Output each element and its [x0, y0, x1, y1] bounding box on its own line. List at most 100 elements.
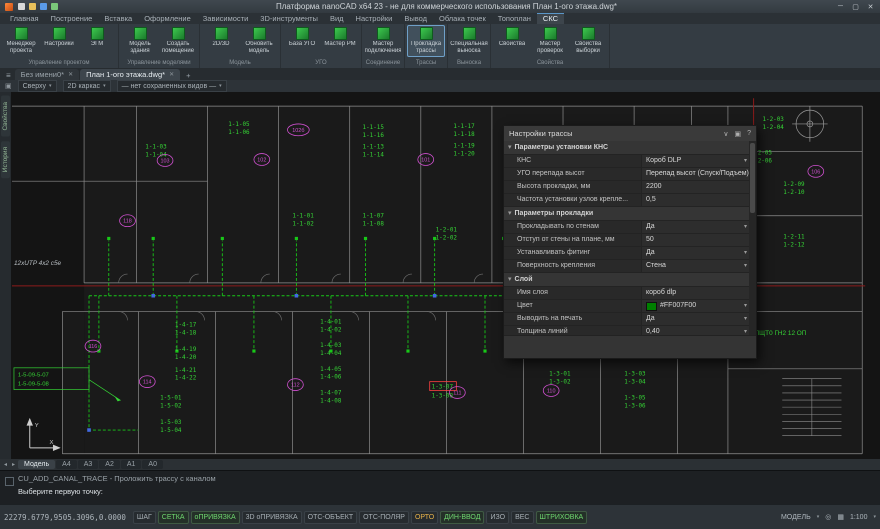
layout-tab[interactable]: А4 [56, 460, 77, 469]
layout-tab[interactable]: А3 [77, 460, 99, 469]
undo-icon[interactable] [51, 3, 58, 10]
property-value[interactable]: Перепад высот (Спуск/Подъем)▾ [642, 168, 749, 180]
document-tab[interactable]: Без имени0* ✕ [14, 69, 80, 80]
ribbon-button[interactable]: Обновить модель [240, 25, 278, 57]
property-value[interactable]: Да ▾ [642, 247, 749, 259]
status-toggle[interactable]: ДИН-ВВОД [440, 510, 485, 524]
ribbon-button[interactable]: ЭГМ [78, 25, 116, 57]
property-value[interactable]: Стена ▾ [642, 260, 749, 272]
property-value[interactable]: Да ▾ [642, 313, 749, 325]
status-toggle[interactable]: оПРИВЯЗКА [190, 510, 240, 524]
ribbon-tab[interactable]: Топоплан [492, 13, 537, 24]
help-icon[interactable]: ? [747, 130, 751, 138]
ribbon-button[interactable]: Прокладка трассы [407, 25, 445, 57]
scrollbar-thumb[interactable] [750, 143, 755, 213]
ribbon-tab[interactable]: Вставка [98, 13, 138, 24]
ribbon-button[interactable]: Свойства выборки [569, 25, 607, 57]
view-lock-icon[interactable]: ▣ [5, 82, 12, 90]
view-dropdown[interactable]: — нет сохраненных видов — ▾ [116, 80, 227, 92]
property-value[interactable]: Да ▾ [642, 221, 749, 233]
ribbon-tab[interactable]: Оформление [138, 13, 197, 24]
dialog-title-bar[interactable]: Настройки трассы ∨ ▣ ? [504, 126, 756, 141]
section-expand-icon: ▾ [508, 276, 512, 283]
ribbon-button[interactable]: Мастер подключения [364, 25, 402, 57]
crosshair-icon[interactable]: ◎ [825, 513, 831, 521]
section-header[interactable]: ▾ Параметры установки КНС [504, 141, 749, 155]
property-value[interactable]: #FF007F00 ▾ [642, 300, 749, 312]
scale-indicator[interactable]: 1:100 [850, 514, 868, 521]
view-dropdowns: Сверху ▾ 2D каркас ▾ — нет сохраненных видов… [17, 80, 227, 92]
view-dropdown[interactable]: 2D каркас ▾ [62, 80, 111, 92]
ribbon-tab[interactable]: Главная [4, 13, 45, 24]
layout-tab[interactable]: Модель [18, 460, 56, 469]
status-toggle[interactable]: ОРТО [410, 510, 439, 524]
view-dropdown[interactable]: Сверху ▾ [17, 80, 57, 92]
ribbon-button[interactable]: 2D/3D [202, 25, 240, 57]
panel-tab[interactable]: Свойства [1, 96, 10, 137]
status-toggle[interactable]: ШАГ [132, 510, 156, 524]
status-toggle[interactable]: ШТРИХОВКА [535, 510, 588, 524]
property-value[interactable]: Короб DLP ▾ [642, 155, 749, 167]
ribbon-button[interactable]: Специальная выноска [450, 25, 488, 57]
new-file-icon[interactable] [18, 3, 25, 10]
save-icon[interactable] [40, 3, 47, 10]
property-value[interactable]: короб dlp [642, 287, 749, 299]
status-toggle[interactable]: 3D оПРИВЯЗКА [241, 510, 302, 524]
ribbon-tab[interactable]: Облака точек [433, 13, 492, 24]
ribbon-tab[interactable]: Построение [45, 13, 99, 24]
close-button[interactable]: ✕ [863, 3, 878, 11]
tab-close-icon[interactable]: ✕ [169, 71, 174, 78]
ribbon-tab[interactable]: Настройки [350, 13, 399, 24]
ribbon-tab[interactable]: Вид [324, 13, 350, 24]
property-value[interactable]: 50 [642, 234, 749, 246]
svg-text:1-1-15: 1-1-15 [363, 125, 385, 131]
menu-icon[interactable]: ≡ [2, 71, 15, 80]
grid-display-icon[interactable]: ▦ [837, 513, 844, 521]
property-value[interactable]: 0,5 [642, 194, 749, 206]
command-prompt[interactable]: Выберите первую точку: [0, 483, 880, 496]
ribbon-button[interactable]: Создать помещение [159, 25, 197, 57]
ribbon-tab[interactable]: Вывод [398, 13, 433, 24]
dialog-scrollbar[interactable] [749, 141, 756, 336]
status-toggle[interactable]: СЕТКА [157, 510, 189, 524]
ribbon-button[interactable]: База УГО [283, 25, 321, 57]
ribbon-button[interactable]: Свойства [493, 25, 531, 57]
property-value[interactable]: 2200 [642, 181, 749, 193]
space-indicator[interactable]: МОДЕЛЬ [781, 514, 811, 521]
ribbon-tab[interactable]: Зависимости [197, 13, 255, 24]
minimize-button[interactable]: ─ [833, 3, 848, 11]
ribbon-button[interactable]: Менеджер проекта [2, 25, 40, 57]
section-header[interactable]: ▾ Параметры прокладки [504, 207, 749, 221]
section-label: Параметры прокладки [514, 210, 594, 217]
tab-close-icon[interactable]: ✕ [68, 71, 73, 78]
ribbon-group: Мастер подключения Соединение [362, 24, 405, 68]
pin-icon[interactable]: ▣ [734, 130, 741, 138]
section-header[interactable]: ▾ Слой [504, 273, 749, 287]
add-document-tab-button[interactable]: + [181, 71, 195, 80]
section-label: Слой [514, 276, 533, 283]
ribbon-button[interactable]: Мастер проверок [531, 25, 569, 57]
command-line-panel[interactable]: CU_ADD_CANAL_TRACE - Проложить трассу с … [0, 470, 880, 505]
property-name: Отступ от стены на плане, мм [504, 234, 642, 246]
chevron-down-icon[interactable]: ∨ [723, 130, 728, 138]
ribbon-button[interactable]: Модель здания [121, 25, 159, 57]
color-swatch [646, 301, 657, 311]
ribbon-tab[interactable]: 3D-инструменты [254, 13, 324, 24]
status-toggle[interactable]: ИЗО [486, 510, 510, 524]
layout-tab[interactable]: А0 [142, 460, 163, 469]
status-toggle[interactable]: ОТС-ПОЛЯР [359, 510, 409, 524]
panel-tab[interactable]: История [1, 140, 10, 178]
layout-tab[interactable]: А1 [120, 460, 142, 469]
open-file-icon[interactable] [29, 3, 36, 10]
status-toggle[interactable]: ОТС-ОБЪЕКТ [303, 510, 358, 524]
layout-nav-left-icon[interactable]: ◂ [2, 461, 9, 468]
ribbon-button[interactable]: Настройки [40, 25, 78, 57]
maximize-button[interactable]: ▢ [848, 3, 863, 11]
document-tab[interactable]: План 1-ого этажа.dwg* ✕ [80, 69, 181, 80]
ribbon-button[interactable]: Мастер РМ [321, 25, 359, 57]
ribbon-button-label: Мастер подключения [364, 41, 402, 54]
status-toggle[interactable]: ВЕС [511, 510, 534, 524]
ribbon-tab[interactable]: СКС [536, 13, 565, 24]
layout-tab[interactable]: А2 [99, 460, 120, 469]
layout-nav-right-icon[interactable]: ▸ [10, 461, 17, 468]
